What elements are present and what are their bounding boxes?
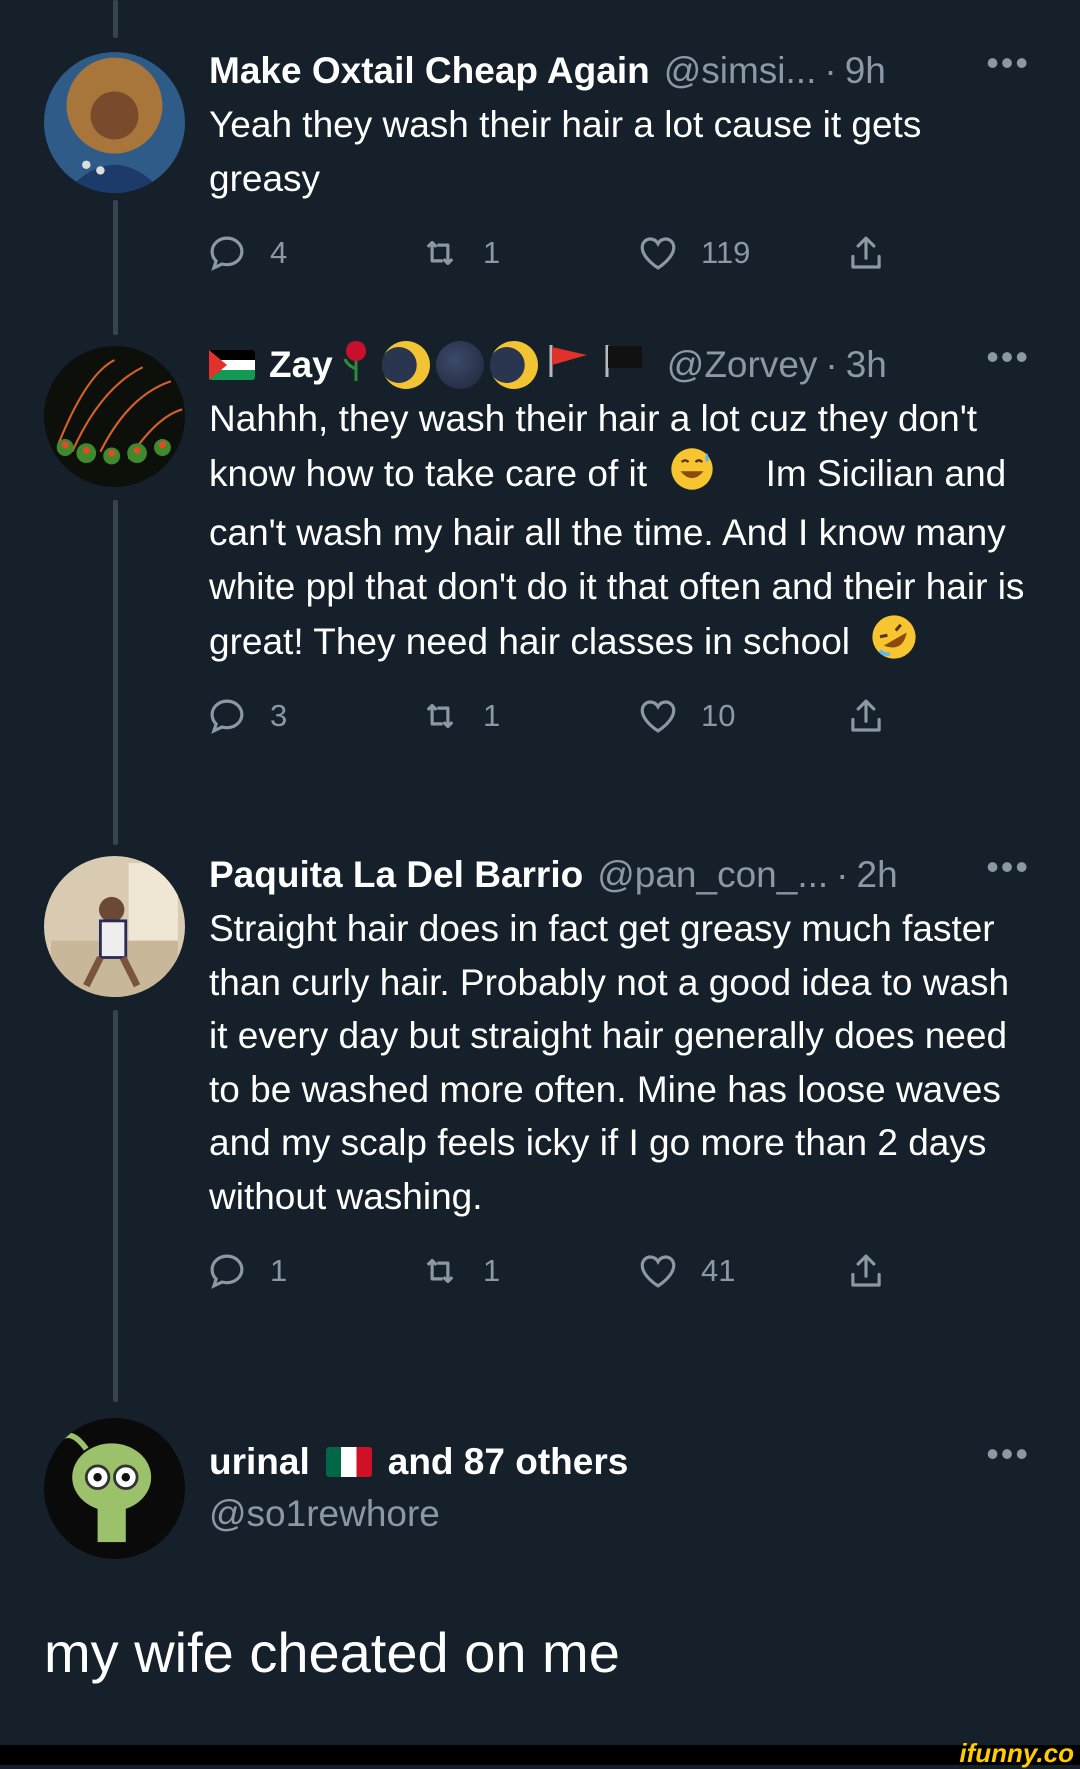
rose-icon — [339, 339, 373, 392]
separator-dot: · — [824, 50, 837, 91]
more-options-icon[interactable]: ••• — [986, 1433, 1030, 1475]
user-handle[interactable]: @pan_con_... — [597, 854, 828, 896]
display-name[interactable]: Zay — [269, 344, 333, 386]
user-handle[interactable]: @Zorvey — [667, 344, 818, 386]
reply-button[interactable]: 1 — [206, 1241, 287, 1301]
waxing-moon-icon — [381, 341, 430, 389]
tweet-actions: 3 1 10 — [209, 686, 1030, 746]
separator-dot: · — [836, 854, 849, 895]
main-tweet-text: my wife cheated on me — [44, 1621, 620, 1684]
tweet-text: Straight hair does in fact get greasy mu… — [209, 908, 1010, 1217]
share-button[interactable] — [845, 223, 887, 283]
reply-icon — [210, 236, 244, 271]
tweet-header: urinal and 87 others ••• — [209, 1433, 1030, 1487]
thread-line-1 — [113, 200, 118, 335]
thread-line-top — [113, 0, 118, 38]
tweet-2[interactable]: Zay @Zorvey · 3h ••• Nahhh, they wash th… — [209, 336, 1030, 746]
mexico-flag-icon — [325, 1447, 372, 1477]
share-icon — [851, 236, 881, 269]
watermark-bar — [0, 1745, 1080, 1765]
like-count: 10 — [701, 697, 736, 733]
separator-dot: · — [825, 344, 838, 385]
like-button[interactable]: 10 — [637, 686, 735, 746]
like-button[interactable]: 119 — [637, 223, 750, 283]
timestamp[interactable]: 2h — [857, 854, 898, 896]
like-count: 119 — [701, 235, 751, 270]
display-name[interactable]: Paquita La Del Barrio — [209, 854, 583, 896]
display-name[interactable]: Make Oxtail Cheap Again — [209, 50, 650, 92]
retweet-count: 1 — [483, 697, 501, 733]
retweet-button[interactable]: 1 — [419, 686, 500, 746]
avatar-tweet-2[interactable] — [44, 346, 185, 487]
like-button[interactable]: 41 — [637, 1241, 735, 1301]
share-icon — [851, 699, 881, 732]
sweat-smile-emoji-icon — [669, 446, 715, 507]
reply-icon — [210, 699, 244, 734]
retweet-button[interactable]: 1 — [419, 1241, 500, 1301]
reply-button[interactable]: 3 — [206, 686, 287, 746]
user-handle[interactable]: @so1rewhore — [209, 1487, 1030, 1541]
more-options-icon[interactable]: ••• — [986, 336, 1030, 378]
timestamp[interactable]: 3h — [846, 344, 887, 386]
reply-count: 4 — [270, 235, 288, 270]
reply-count: 3 — [270, 697, 288, 733]
display-name-part2[interactable]: and 87 others — [388, 1441, 629, 1483]
avatar-tweet-3[interactable] — [44, 856, 185, 997]
retweet-icon — [426, 240, 454, 266]
tweet-text: Yeah they wash their hair a lot cause it… — [209, 104, 922, 199]
retweet-count: 1 — [483, 1253, 501, 1288]
share-icon — [851, 1254, 881, 1287]
tweet-header: Make Oxtail Cheap Again @simsi... · 9h •… — [209, 42, 1030, 96]
timestamp[interactable]: 9h — [845, 50, 886, 92]
heart-icon — [640, 1255, 676, 1288]
retweet-icon — [426, 703, 454, 728]
retweet-icon — [426, 1258, 454, 1284]
tweet-text: Nahhh, they wash their hair a lot cuz th… — [209, 392, 1030, 676]
share-button[interactable] — [845, 686, 887, 746]
main-tweet-header[interactable]: urinal and 87 others ••• @so1rewhore — [209, 1433, 1030, 1541]
avatar-tweet-1[interactable] — [44, 52, 185, 193]
black-flag-icon — [603, 343, 647, 388]
heart-icon — [640, 237, 676, 270]
tweet-3[interactable]: Paquita La Del Barrio @pan_con_... · 2h … — [209, 846, 1030, 1301]
retweet-count: 1 — [483, 235, 501, 270]
heart-icon — [640, 699, 676, 733]
thread-line-3 — [113, 1010, 118, 1402]
retweet-button[interactable]: 1 — [419, 223, 500, 283]
share-button[interactable] — [845, 1241, 887, 1301]
display-name-part1[interactable]: urinal — [209, 1441, 310, 1483]
more-options-icon[interactable]: ••• — [986, 846, 1030, 888]
watermark-logo: ifunny.co — [959, 1738, 1074, 1768]
palestine-flag-icon — [209, 350, 255, 380]
tweet-header: Zay @Zorvey · 3h ••• — [209, 336, 1030, 392]
rofl-emoji-icon — [870, 613, 918, 676]
waning-moon-icon — [489, 341, 538, 389]
thread-line-2 — [113, 500, 118, 845]
tweet-actions: 4 1 119 — [209, 223, 1030, 283]
user-handle[interactable]: @simsi... — [664, 50, 817, 92]
like-count: 41 — [701, 1253, 736, 1288]
tweet-actions: 1 1 41 — [209, 1241, 1030, 1301]
avatar-main-tweet[interactable] — [44, 1418, 185, 1559]
reply-button[interactable]: 4 — [206, 223, 287, 283]
tweet-1[interactable]: Make Oxtail Cheap Again @simsi... · 9h •… — [209, 42, 1030, 283]
triangular-flag-icon — [547, 343, 591, 388]
more-options-icon[interactable]: ••• — [986, 42, 1030, 84]
new-moon-icon — [435, 341, 484, 389]
reply-icon — [210, 1254, 244, 1289]
reply-count: 1 — [270, 1253, 288, 1288]
tweet-header: Paquita La Del Barrio @pan_con_... · 2h … — [209, 846, 1030, 900]
